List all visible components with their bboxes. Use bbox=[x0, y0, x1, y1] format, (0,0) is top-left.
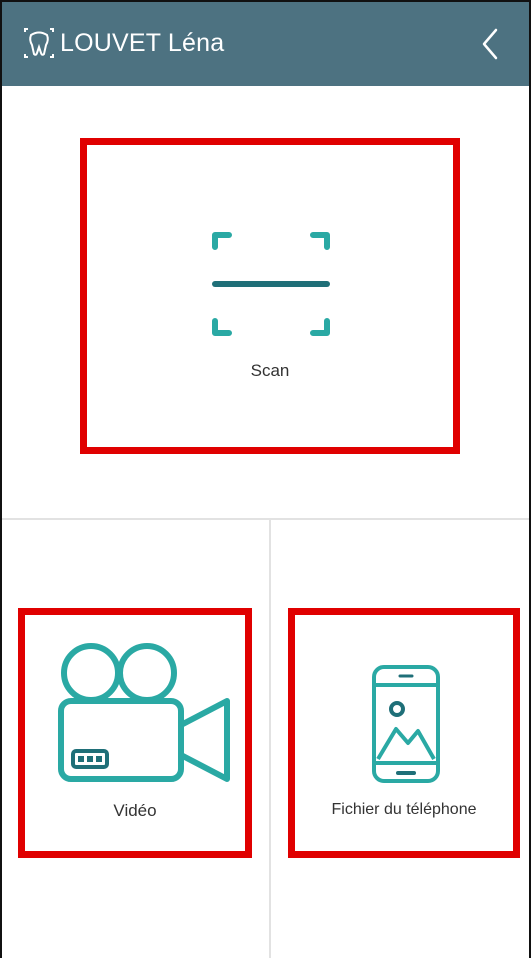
phone-gallery-icon bbox=[372, 665, 440, 783]
video-button[interactable]: Vidéo bbox=[18, 608, 252, 858]
phone-file-button[interactable]: Fichier du téléphone bbox=[288, 608, 520, 858]
scan-icon bbox=[212, 232, 330, 336]
app-header: LOUVET Léna bbox=[0, 0, 531, 86]
video-label: Vidéo bbox=[113, 801, 157, 820]
scan-label: Scan bbox=[250, 361, 290, 380]
scan-button[interactable]: Scan bbox=[80, 138, 460, 454]
phone-file-label: Fichier du téléphone bbox=[331, 801, 477, 818]
patient-name-title: LOUVET Léna bbox=[60, 29, 225, 57]
tooth-icon bbox=[24, 28, 54, 58]
column-divider bbox=[269, 520, 271, 958]
chevron-left-icon[interactable] bbox=[476, 26, 504, 62]
video-camera-icon bbox=[58, 643, 230, 782]
section-divider bbox=[0, 518, 531, 520]
